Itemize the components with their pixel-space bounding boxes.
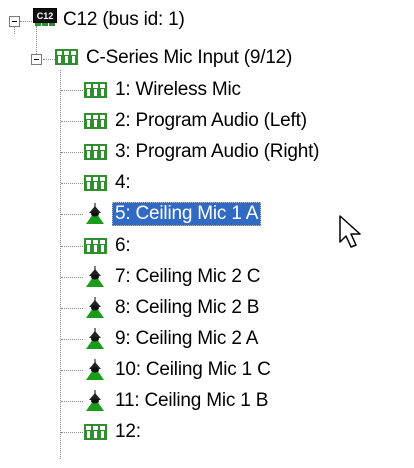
tree-item-label: 7: Ceiling Mic 2 C: [115, 266, 261, 287]
tree-item-label: 2: Program Audio (Left): [115, 110, 307, 131]
mouse-cursor-icon: [339, 215, 361, 248]
tree-item-label: 4:: [115, 172, 131, 193]
ceiling-mic-icon: [86, 203, 104, 224]
input-block-icon: [84, 238, 107, 254]
ceiling-mic-icon: [86, 359, 104, 380]
tree-item-label: 12:: [115, 421, 141, 442]
tree-node-c12-label: C12 (bus id: 1): [63, 9, 185, 30]
tree-item-9[interactable]: 9: Ceiling Mic 2 A: [0, 325, 414, 355]
tree-item-label: 1: Wireless Mic: [115, 79, 241, 100]
input-block-icon: [55, 49, 78, 65]
tree-item-label: 6:: [115, 235, 131, 256]
collapse-icon[interactable]: [31, 54, 42, 65]
tree-node-mic-input-group[interactable]: C-Series Mic Input (9/12): [0, 44, 414, 74]
c12-device-icon: C12: [33, 8, 57, 26]
ceiling-mic-icon: [86, 297, 104, 318]
tree-item-1[interactable]: 1: Wireless Mic: [0, 76, 414, 106]
svg-text:C12: C12: [37, 11, 54, 21]
tree-item-label: 3: Program Audio (Right): [115, 141, 320, 162]
input-block-icon: [84, 144, 107, 160]
input-block-icon: [84, 424, 107, 440]
tree-item-4[interactable]: 4:: [0, 169, 414, 199]
tree-item-10[interactable]: 10: Ceiling Mic 1 C: [0, 356, 414, 386]
ceiling-mic-icon: [86, 390, 104, 411]
tree-item-label: 8: Ceiling Mic 2 B: [115, 297, 260, 318]
tree-item-label: 11: Ceiling Mic 1 B: [115, 390, 269, 411]
input-block-icon: [84, 113, 107, 129]
input-block-icon: [84, 175, 107, 191]
tree-item-label: 5: Ceiling Mic 1 A: [112, 202, 262, 226]
tree-item-12[interactable]: 12:: [0, 418, 414, 448]
ceiling-mic-icon: [86, 266, 104, 287]
ceiling-mic-icon: [86, 328, 104, 349]
tree-item-8[interactable]: 8: Ceiling Mic 2 B: [0, 294, 414, 324]
tree-item-3[interactable]: 3: Program Audio (Right): [0, 138, 414, 168]
tree-item-7[interactable]: 7: Ceiling Mic 2 C: [0, 263, 414, 293]
tree-node-group-label: C-Series Mic Input (9/12): [86, 47, 293, 68]
tree-item-label: 9: Ceiling Mic 2 A: [115, 328, 259, 349]
tree-item-label: 10: Ceiling Mic 1 C: [115, 359, 271, 380]
tree-node-c12[interactable]: C12 C12 (bus id: 1): [0, 7, 414, 37]
tree-item-2[interactable]: 2: Program Audio (Left): [0, 107, 414, 137]
tree-item-11[interactable]: 11: Ceiling Mic 1 B: [0, 387, 414, 417]
device-tree[interactable]: C12 C12 (bus id: 1) C-Series Mic Input (…: [0, 0, 414, 468]
input-block-icon: [84, 82, 107, 98]
